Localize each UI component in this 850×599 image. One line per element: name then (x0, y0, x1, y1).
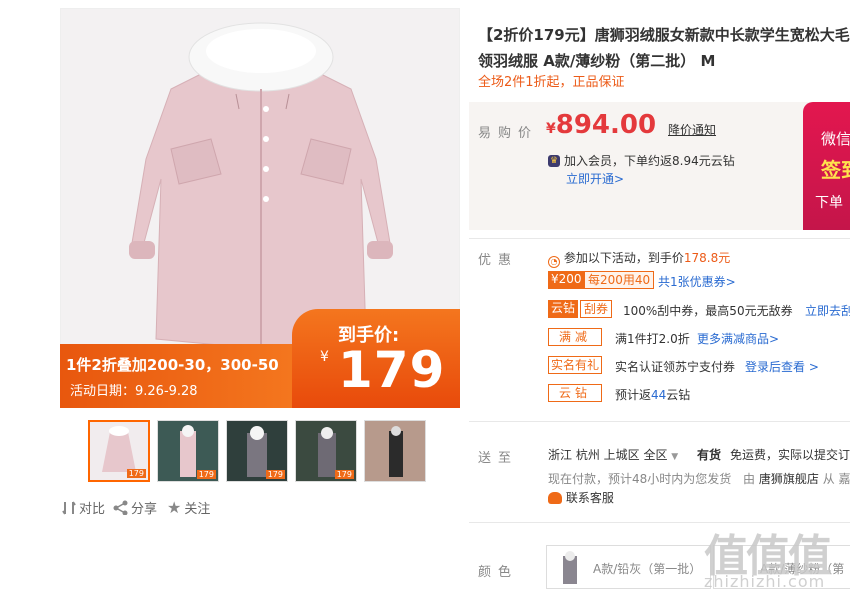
delivery-label: 送至 (478, 451, 519, 466)
wechat-banner-line3: 下单 (815, 195, 843, 211)
promotions-intro-price: 178.8元 (683, 251, 731, 265)
compare-icon (62, 500, 76, 515)
thumbnail-4[interactable]: 179 (295, 420, 357, 482)
divider (469, 238, 850, 239)
member-text: 加入会员，下单约返8.94元云钻 (564, 154, 735, 168)
yunzuan-tag: 云钻 (548, 300, 579, 318)
service-icon (548, 492, 562, 504)
member-row: ♛ 加入会员，下单约返8.94元云钻 (548, 152, 735, 169)
thumbnail-2[interactable]: 179 (157, 420, 219, 482)
price-label: 易购价 (478, 126, 539, 141)
chevron-down-icon: ▼ (671, 452, 679, 462)
realname-link[interactable]: 登录后查看 > (745, 358, 819, 375)
promotions-intro-text: 参加以下活动，到手价 (563, 251, 684, 265)
site-watermark: 值值值 zhizhizhi.com (700, 520, 850, 599)
yunzuan-return-post: 云钻 (666, 388, 691, 402)
follow-label: 关注 (184, 502, 211, 517)
thumbnail-1[interactable]: 179 (88, 420, 150, 482)
coupon-amount-tag: ¥200 (548, 271, 585, 289)
thumbnail-price-badge: 179 (126, 469, 146, 478)
wechat-banner-line1: 微信 (821, 130, 850, 148)
coupon-count-link[interactable]: 共1张优惠券> (658, 273, 736, 290)
yunzuan-return-tag: 云钻 (548, 384, 602, 402)
thumbnail-3[interactable]: 179 (226, 420, 288, 482)
wechat-checkin-banner[interactable]: 微信 签到 下单 (803, 102, 850, 230)
thumbnail-price-badge: 179 (334, 470, 354, 479)
share-icon (113, 500, 128, 515)
yunzuan-return-pre: 预计返 (615, 388, 652, 402)
compare-label: 对比 (79, 502, 106, 517)
price-value: 894.00 (555, 110, 657, 140)
delivery-time: 现在付款，预计48小时内为您发货 (548, 472, 732, 486)
product-subtitle: 全场2件1折起，正品保证 (478, 75, 625, 90)
contact-service-label: 联系客服 (565, 491, 614, 505)
color-label: 颜色 (478, 565, 519, 580)
product-title: 【2折价179元】唐狮羽绒服女新款中长款学生宽松大毛领羽绒服 A款/薄纱粉（第二… (478, 26, 850, 70)
promo-discount-text: 1件2折叠加200-30，300-50 (66, 356, 279, 374)
guaquan-text: 100%刮中券，最高50元无敌券 (623, 304, 793, 318)
promo-clock-icon: ◔ (548, 256, 560, 268)
star-icon: ★ (167, 498, 182, 517)
thumbnail-5[interactable] (364, 420, 426, 482)
yunzuan-return-row: 预计返44云钻 (615, 386, 690, 403)
color-option-1-label: A款/铅灰（第一批） (593, 562, 702, 576)
delivery-location-text: 浙江 杭州 上城区 全区 (548, 448, 668, 462)
seller-prefix: 由 (743, 472, 756, 486)
wechat-banner-line2: 签到 (821, 158, 850, 182)
thumbnail-model-black (389, 426, 403, 477)
seller-suffix: 从 嘉 (822, 472, 850, 486)
promo-price-currency: ¥ (320, 349, 329, 365)
promotions-label: 优惠 (478, 253, 519, 268)
price-value-group: ¥894.00 (546, 110, 656, 140)
compare-button[interactable]: 对比 (62, 498, 105, 517)
thumbnail-price-badge: 179 (196, 470, 216, 479)
watermark-url: zhizhizhi.com (704, 572, 826, 591)
guaquan-link[interactable]: 立即去刮 (805, 302, 850, 319)
manjian-text: 满1件打2.0折 (615, 332, 690, 346)
seller-row: 由 唐狮旗舰店 从 嘉 (743, 470, 850, 487)
promo-price-badge: 到手价: ¥ 179 (292, 309, 460, 408)
member-open-link[interactable]: 立即开通> (566, 170, 624, 187)
contact-service-button[interactable]: 联系客服 (548, 489, 614, 506)
stock-status: 有货 (697, 448, 722, 462)
share-label: 分享 (131, 502, 158, 517)
realname-text: 实名认证领苏宁支付券 (615, 360, 736, 374)
crown-icon: ♛ (548, 154, 560, 167)
realname-tag: 实名有礼 (548, 356, 602, 374)
thumbnail-price-badge: 179 (265, 470, 285, 479)
promo-price-value: 179 (338, 341, 446, 399)
delivery-location-select[interactable]: 浙江 杭州 上城区 全区 ▼ (548, 446, 678, 463)
manjian-tag: 满减 (548, 328, 602, 346)
guaquan-tag: 刮券 (580, 300, 613, 318)
shipping-info: 免运费，实际以提交订 (730, 448, 850, 462)
coupon-rule-tag: 每200用40 (584, 271, 655, 289)
color-option-1[interactable]: A款/铅灰（第一批） (546, 545, 711, 589)
follow-button[interactable]: ★ 关注 (167, 498, 210, 517)
promo-banner-left: 1件2折叠加200-30，300-50 活动日期：9.26-9.28 (60, 344, 292, 408)
promo-date-text: 活动日期：9.26-9.28 (70, 384, 198, 399)
manjian-link[interactable]: 更多满减商品> (697, 330, 779, 347)
share-button[interactable]: 分享 (113, 498, 157, 517)
color-swatch-grey-coat (563, 551, 577, 584)
divider (469, 421, 850, 422)
yunzuan-return-num: 44 (651, 388, 667, 402)
seller-link[interactable]: 唐狮旗舰店 (759, 472, 819, 486)
price-currency: ¥ (546, 121, 556, 137)
promotions-intro-row: ◔ 参加以下活动，到手价178.8元 (548, 249, 730, 268)
price-notify-link[interactable]: 降价通知 (668, 121, 716, 138)
